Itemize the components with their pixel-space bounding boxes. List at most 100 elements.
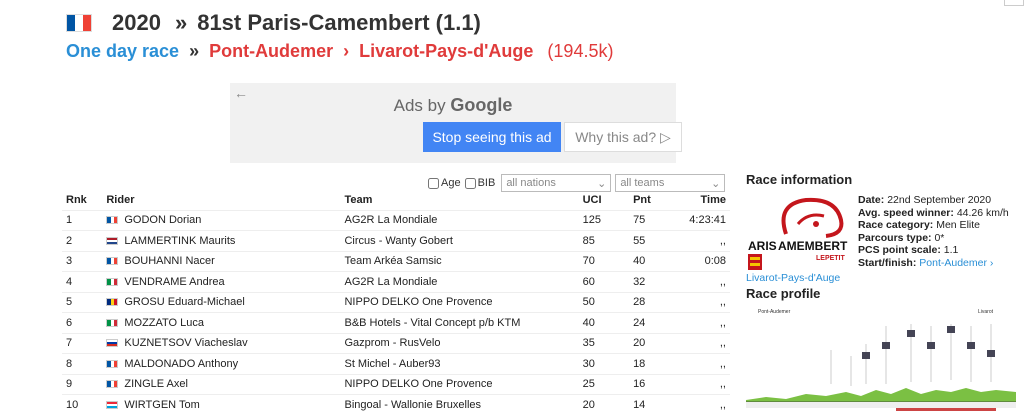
ads-by-label: Ads by [393, 96, 446, 115]
why-this-ad-button[interactable]: Why this ad? ▷ [564, 122, 682, 152]
cell-rider[interactable]: MALDONADO Anthony [102, 353, 341, 374]
rider-name[interactable]: KUZNETSOV Viacheslav [124, 337, 247, 349]
cell-team[interactable]: B&B Hotels - Vital Concept p/b KTM [340, 312, 579, 333]
cell-rider[interactable]: BOUHANNI Nacer [102, 250, 341, 272]
chevron-down-icon: ⌄ [597, 177, 607, 190]
cell-time: 0:08 [679, 250, 730, 272]
race-information: Date: 22nd September 2020 Avg. speed win… [858, 194, 1024, 269]
cell-time: ,, [679, 332, 730, 354]
ro-flag-icon [106, 298, 119, 307]
cell-team[interactable]: NIPPO DELKO One Provence [340, 373, 579, 395]
cell-team[interactable]: Circus - Wanty Gobert [340, 230, 579, 251]
subtitle-separator: » [189, 40, 200, 61]
speed-label: Avg. speed winner: [858, 206, 954, 219]
bib-filter[interactable]: BIB [464, 177, 495, 189]
cell-uci: 40 [578, 312, 630, 333]
cell-team[interactable]: AG2R La Mondiale [340, 209, 579, 231]
rider-name[interactable]: GODON Dorian [124, 214, 201, 226]
table-row: 5 GROSU Eduard-Michael NIPPO DELKO One Pro… [62, 291, 730, 313]
cell-pnt: 16 [629, 373, 680, 395]
cell-rnk: 6 [62, 312, 103, 333]
date-label: Date: [858, 194, 885, 206]
rider-name[interactable]: GROSU Eduard-Michael [124, 296, 244, 308]
race-year: 2020 [112, 10, 161, 35]
cell-rider[interactable]: WIRTGEN Tom [102, 394, 341, 415]
route-separator: › [343, 40, 350, 61]
cell-pnt: 28 [629, 291, 680, 313]
finish-location-link[interactable]: Livarot-Pays-d'Auge [359, 41, 533, 62]
ads-by-google: Ads by Google [230, 95, 676, 116]
cell-rider[interactable]: GODON Dorian [102, 209, 341, 231]
cell-rider[interactable]: VENDRAME Andrea [102, 271, 341, 292]
google-logo: Google [450, 95, 513, 115]
rider-name[interactable]: ZINGLE Axel [124, 378, 188, 390]
age-checkbox[interactable] [428, 177, 439, 189]
category-value: Men Elite [936, 219, 980, 231]
cell-pnt: 75 [629, 209, 680, 231]
results-table: Rnk Rider Team UCI Pnt Time 1 GODON Doria… [62, 190, 730, 415]
race-profile-image[interactable]: Pont-Audemer Livarot [746, 304, 1016, 414]
profile-finish-label: Livarot [978, 309, 994, 315]
cell-rnk: 5 [62, 291, 103, 313]
fr-flag-icon [106, 216, 119, 225]
table-row: 8 MALDONADO Anthony St Michel - Auber93 30 1… [62, 353, 730, 374]
cell-team[interactable]: Gazprom - RusVelo [340, 332, 579, 354]
rider-name[interactable]: WIRTGEN Tom [124, 399, 199, 411]
start-link[interactable]: Pont-Audemer › [919, 257, 993, 269]
cell-uci: 70 [578, 250, 630, 272]
cell-team[interactable]: Bingoal - Wallonie Bruxelles [340, 394, 579, 415]
corner-box [1004, 0, 1024, 6]
cell-rider[interactable]: MOZZATO Luca [102, 312, 341, 333]
cell-time: ,, [679, 312, 730, 333]
cell-rider[interactable]: GROSU Eduard-Michael [102, 291, 341, 313]
teams-value: all teams [620, 177, 665, 189]
cell-rnk: 1 [62, 209, 103, 231]
table-row: 4 VENDRAME Andrea AG2R La Mondiale 60 32,, [62, 271, 730, 292]
race-subtitle: One day race » Pont-Audemer › Livarot-Pa… [66, 38, 1024, 64]
profile-start-label: Pont-Audemer [758, 309, 791, 315]
cell-team[interactable]: St Michel - Auber93 [340, 353, 579, 374]
table-row: 7 KUZNETSOV Viacheslav Gazprom - RusVelo 35… [62, 332, 730, 354]
cell-pnt: 32 [629, 271, 680, 292]
cell-pnt: 18 [629, 353, 680, 374]
logo-text-lepetit: LEPETIT [816, 255, 846, 262]
rider-name[interactable]: MALDONADO Anthony [124, 358, 238, 370]
cell-time: 4:23:41 [679, 209, 730, 231]
cell-team[interactable]: NIPPO DELKO One Provence [340, 291, 579, 313]
rider-name[interactable]: MOZZATO Luca [124, 317, 204, 329]
start-location-link[interactable]: Pont-Audemer [209, 41, 333, 62]
cell-rider[interactable]: KUZNETSOV Viacheslav [102, 332, 341, 354]
rider-name[interactable]: VENDRAME Andrea [124, 276, 224, 288]
rider-name[interactable]: LAMMERTINK Maurits [124, 235, 235, 247]
header-time: Time [700, 193, 726, 206]
header-rnk: Rnk [66, 193, 87, 206]
stop-seeing-ad-button[interactable]: Stop seeing this ad [423, 122, 561, 152]
cell-rnk: 10 [62, 394, 103, 415]
rider-name[interactable]: BOUHANNI Nacer [124, 255, 214, 267]
cell-pnt: 24 [629, 312, 680, 333]
cell-time: ,, [679, 394, 730, 415]
race-profile-title: Race profile [746, 286, 821, 301]
pcs-label: PCS point scale: [858, 244, 941, 256]
fr-flag-icon [106, 359, 119, 368]
chevron-down-icon: ⌄ [711, 177, 721, 190]
age-filter[interactable]: Age [428, 177, 461, 189]
it-flag-icon [106, 318, 119, 327]
race-category-link[interactable]: One day race [66, 41, 179, 62]
cell-uci: 25 [578, 373, 630, 395]
bib-checkbox[interactable] [464, 177, 476, 189]
cell-rider[interactable]: ZINGLE Axel [102, 373, 341, 395]
ru-flag-icon [106, 339, 119, 348]
table-row: 6 MOZZATO Luca B&B Hotels - Vital Concept … [62, 312, 730, 333]
cell-rider[interactable]: LAMMERTINK Maurits [102, 230, 341, 251]
pcs-value: 1.1 [943, 244, 959, 256]
cell-team[interactable]: Team Arkéa Samsic [340, 250, 579, 272]
race-name: 81st Paris-Camembert (1.1) [197, 10, 481, 35]
fr-flag-icon [106, 257, 119, 266]
cell-rnk: 4 [62, 271, 103, 292]
finish-link[interactable]: Livarot-Pays-d'Auge [746, 272, 840, 284]
cell-rnk: 2 [62, 230, 103, 251]
date-value: 22nd September 2020 [887, 194, 992, 206]
cell-team[interactable]: AG2R La Mondiale [340, 271, 579, 292]
header-uci: UCI [582, 193, 602, 206]
